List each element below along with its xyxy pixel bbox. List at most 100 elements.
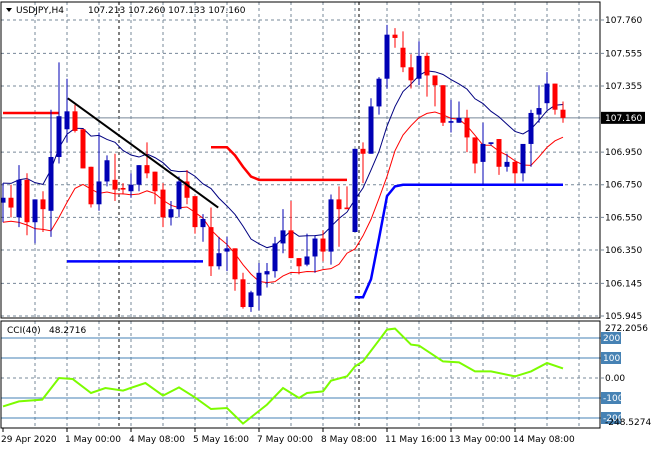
candle[interactable] (344, 186, 350, 210)
time-label: 13 May 00:00 (449, 435, 511, 445)
price-tick-label: 106.550 (605, 213, 642, 223)
candle[interactable] (296, 258, 302, 275)
candle[interactable] (288, 201, 294, 259)
candle-body (480, 143, 486, 162)
price-tick-label: 106.145 (605, 279, 642, 289)
candle-body (104, 160, 110, 182)
candle[interactable] (144, 142, 150, 179)
candle[interactable] (480, 122, 486, 185)
candle-body (24, 179, 30, 223)
candle[interactable] (528, 109, 534, 167)
candle[interactable] (160, 183, 166, 228)
cci-max-label: 272.2056 (605, 324, 648, 334)
price-panel[interactable] (0, 24, 601, 312)
price-panel-frame (0, 1, 601, 319)
candle[interactable] (192, 196, 198, 234)
candle-body (64, 111, 70, 130)
candle-body (88, 166, 94, 205)
triangle-down-icon[interactable] (6, 8, 12, 12)
candle-body (560, 109, 566, 118)
candle-body (264, 271, 270, 275)
price-tick-label: 107.760 (605, 16, 642, 26)
candle-body (248, 292, 254, 308)
candle-body (424, 55, 430, 76)
candle-body (120, 187, 126, 190)
candle-body (456, 117, 462, 123)
candle[interactable] (456, 101, 462, 123)
candle[interactable] (512, 160, 518, 184)
candle[interactable] (88, 166, 94, 208)
price-tick-label: 107.555 (605, 49, 642, 59)
candle[interactable] (240, 272, 246, 309)
candle-body (552, 83, 558, 110)
candle[interactable] (216, 236, 222, 270)
candle[interactable] (392, 28, 398, 48)
time-label: 14 May 08:00 (513, 435, 575, 445)
candle-body (312, 238, 318, 257)
candle[interactable] (40, 191, 46, 233)
candle[interactable] (448, 99, 454, 133)
candle[interactable] (552, 83, 558, 115)
price-tick-label: 107.355 (605, 82, 642, 92)
candle-body (392, 34, 398, 38)
candle[interactable] (96, 132, 102, 211)
candle[interactable] (280, 209, 286, 254)
candle[interactable] (496, 139, 502, 175)
candle[interactable] (408, 54, 414, 89)
candle-body (240, 279, 246, 308)
time-label: 11 May 16:00 (385, 435, 447, 445)
candle-body (536, 108, 542, 115)
candle[interactable] (272, 236, 278, 278)
candle[interactable] (544, 72, 550, 110)
candle[interactable] (464, 109, 470, 153)
candle[interactable] (232, 248, 238, 291)
candle[interactable] (368, 98, 374, 154)
chart-canvas[interactable]: 107.760 107.555 107.355 106.950 106.750 106.5… (0, 0, 660, 450)
candle[interactable] (352, 148, 358, 233)
candle-body (8, 197, 14, 208)
candle[interactable] (472, 137, 478, 174)
candle[interactable] (248, 290, 254, 312)
candle[interactable] (400, 31, 406, 73)
cci-value: 48.2716 (49, 326, 86, 336)
candle[interactable] (72, 104, 78, 133)
cci-panel[interactable] (1, 327, 604, 425)
candle[interactable] (536, 85, 542, 123)
candle[interactable] (152, 171, 158, 205)
symbol-label: USDJPY,H4 (16, 6, 64, 16)
cci-level-label: 100 (603, 354, 620, 364)
candle[interactable] (328, 194, 334, 265)
candle[interactable] (440, 85, 446, 127)
candle[interactable] (8, 184, 14, 218)
candle-body (544, 83, 550, 104)
candle[interactable] (104, 155, 110, 187)
time-label: 8 May 08:00 (321, 435, 377, 445)
grid (1, 2, 604, 428)
candle-body (32, 199, 38, 223)
candle[interactable] (384, 24, 390, 89)
candle[interactable] (520, 143, 526, 182)
candle-body (472, 137, 478, 164)
candle[interactable] (416, 41, 422, 86)
candle-body (224, 248, 230, 252)
candle[interactable] (136, 165, 142, 192)
candle[interactable] (32, 199, 38, 244)
candle[interactable] (256, 262, 262, 311)
candle-body (448, 121, 454, 123)
candle[interactable] (176, 176, 182, 218)
candle[interactable] (80, 129, 86, 169)
candle-body (320, 238, 326, 252)
candle[interactable] (432, 75, 438, 107)
candle[interactable] (360, 142, 366, 184)
cci-zero-label: 0.00 (605, 374, 625, 384)
time-label: 29 Apr 2020 (1, 435, 57, 445)
candle-body (288, 230, 294, 259)
ma-lower-line (2, 111, 564, 284)
candle[interactable] (224, 236, 230, 272)
candle[interactable] (424, 52, 430, 97)
candle[interactable] (200, 214, 206, 242)
candle[interactable] (312, 235, 318, 273)
candle[interactable] (376, 77, 382, 115)
price-tick-label: 106.750 (605, 181, 642, 191)
candle-body (192, 196, 198, 228)
